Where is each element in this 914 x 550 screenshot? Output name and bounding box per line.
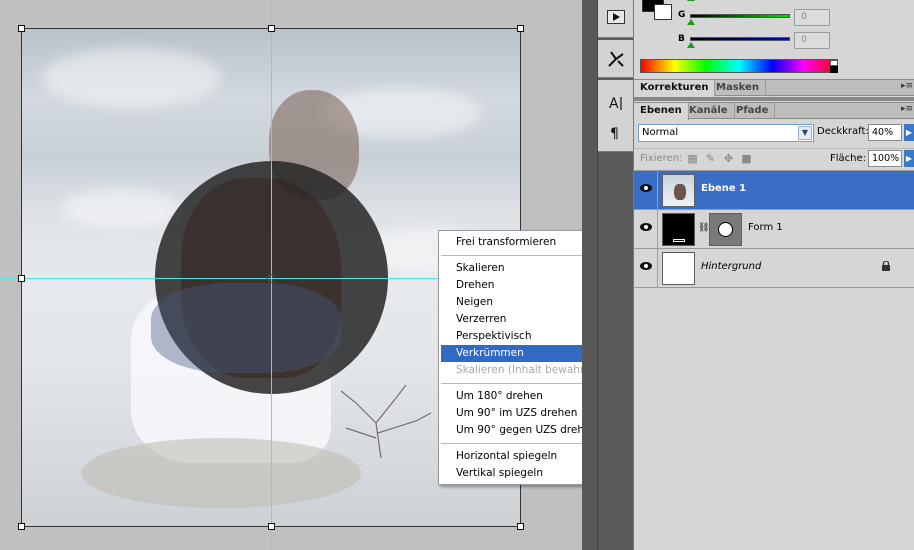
b-label: B bbox=[678, 34, 685, 44]
r-slider-thumb[interactable] bbox=[687, 0, 695, 1]
chevron-down-icon[interactable]: ▼ bbox=[798, 126, 812, 140]
eye-icon[interactable] bbox=[640, 262, 652, 270]
tools-icon[interactable] bbox=[603, 48, 628, 70]
paragraph-icon[interactable]: ¶ bbox=[603, 122, 628, 144]
panel-dock: A ¶ bbox=[597, 0, 633, 550]
visibility-toggle[interactable] bbox=[634, 249, 658, 287]
tab-kanaele[interactable]: Kanäle bbox=[683, 103, 735, 119]
tab-korrekturen[interactable]: Korrekturen bbox=[634, 80, 716, 97]
layer-row-form-1[interactable]: ⛓ Form 1 bbox=[634, 210, 914, 249]
mask-circle bbox=[718, 222, 733, 237]
lock-row: Fixieren: ▦ ✎ ✥ ■ Fläche: 100% ▶ bbox=[634, 148, 914, 168]
g-slider-thumb[interactable] bbox=[687, 19, 695, 25]
g-label: G bbox=[678, 10, 686, 20]
transform-center-point[interactable] bbox=[267, 274, 276, 283]
visibility-toggle[interactable] bbox=[634, 171, 658, 209]
lock-all-icon[interactable]: ■ bbox=[740, 152, 753, 165]
fill-label: Fläche: bbox=[830, 153, 867, 164]
b-slider-thumb[interactable] bbox=[687, 42, 695, 48]
transform-handle-left[interactable] bbox=[18, 275, 25, 282]
layer-name[interactable]: Form 1 bbox=[748, 222, 783, 233]
layer-name[interactable]: Hintergrund bbox=[701, 261, 761, 272]
blend-mode-value: Normal bbox=[642, 127, 679, 138]
visibility-toggle[interactable] bbox=[634, 210, 658, 248]
layer-name[interactable]: Ebene 1 bbox=[701, 183, 746, 194]
color-spectrum[interactable] bbox=[640, 59, 838, 73]
transform-handle-bottom-left[interactable] bbox=[18, 523, 25, 530]
fill-field[interactable]: 100% bbox=[868, 150, 902, 167]
svg-text:¶: ¶ bbox=[610, 126, 619, 141]
opacity-field[interactable]: 40% bbox=[868, 124, 902, 141]
background-color-swatch[interactable] bbox=[654, 4, 672, 20]
transform-handle-top-right[interactable] bbox=[517, 25, 524, 32]
play-icon[interactable] bbox=[603, 6, 628, 28]
dock-group-text: A ¶ bbox=[598, 80, 633, 152]
layers-list: Ebene 1 ⛓ Form 1 Hintergrund bbox=[634, 170, 914, 550]
lock-label: Fixieren: bbox=[640, 153, 683, 164]
fill-thumbnail bbox=[662, 213, 695, 246]
transform-handle-top-left[interactable] bbox=[18, 25, 25, 32]
tab-pfade[interactable]: Pfade bbox=[730, 103, 776, 119]
transform-handle-bottom-right[interactable] bbox=[517, 523, 524, 530]
fill-layer-icon bbox=[673, 239, 685, 242]
tab-ebenen[interactable]: Ebenen bbox=[634, 103, 689, 120]
panels-column: G 0 B 0 Korrekturen Masken ▸≡ Ebenen Kan… bbox=[633, 0, 914, 550]
layers-tabbar: Ebenen Kanäle Pfade ▸≡ bbox=[634, 102, 914, 120]
opacity-label: Deckkraft: bbox=[817, 126, 869, 137]
character-icon[interactable]: A bbox=[603, 92, 628, 114]
layer-thumbnail bbox=[662, 252, 695, 285]
layer-row-hintergrund[interactable]: Hintergrund bbox=[634, 249, 914, 288]
spectrum-black-swatch[interactable] bbox=[830, 66, 838, 73]
lock-move-icon[interactable]: ✥ bbox=[722, 152, 735, 165]
blend-mode-select[interactable]: Normal ▼ bbox=[638, 124, 814, 142]
lock-brush-icon[interactable]: ✎ bbox=[704, 152, 717, 165]
panel-divider bbox=[634, 97, 914, 101]
dock-group-tools bbox=[598, 40, 633, 78]
link-icon[interactable]: ⛓ bbox=[698, 223, 709, 233]
transform-handle-top[interactable] bbox=[268, 25, 275, 32]
svg-text:A: A bbox=[609, 96, 619, 111]
lock-transparency-icon[interactable]: ▦ bbox=[686, 152, 699, 165]
b-slider[interactable] bbox=[690, 37, 790, 41]
opacity-arrow-icon[interactable]: ▶ bbox=[904, 124, 914, 141]
b-value-field[interactable]: 0 bbox=[794, 32, 830, 49]
tab-masken[interactable]: Masken bbox=[710, 80, 766, 96]
panel-menu-icon[interactable]: ▸≡ bbox=[901, 104, 913, 114]
panel-menu-icon[interactable]: ▸≡ bbox=[901, 81, 913, 91]
transform-handle-bottom[interactable] bbox=[268, 523, 275, 530]
adjustments-tabbar: Korrekturen Masken ▸≡ bbox=[634, 79, 914, 97]
eye-icon[interactable] bbox=[640, 184, 652, 192]
fill-arrow-icon[interactable]: ▶ bbox=[904, 150, 914, 167]
layer-row-ebene-1[interactable]: Ebene 1 bbox=[634, 171, 914, 210]
g-slider[interactable] bbox=[690, 14, 790, 18]
lock-icon bbox=[881, 260, 891, 271]
vector-mask-thumbnail bbox=[709, 213, 742, 246]
thumbnail-figure bbox=[674, 184, 686, 200]
dock-gap bbox=[582, 0, 597, 550]
dock-group-actions bbox=[598, 0, 633, 38]
eye-icon[interactable] bbox=[640, 223, 652, 231]
g-value-field[interactable]: 0 bbox=[794, 9, 830, 26]
layer-thumbnail bbox=[662, 174, 695, 207]
